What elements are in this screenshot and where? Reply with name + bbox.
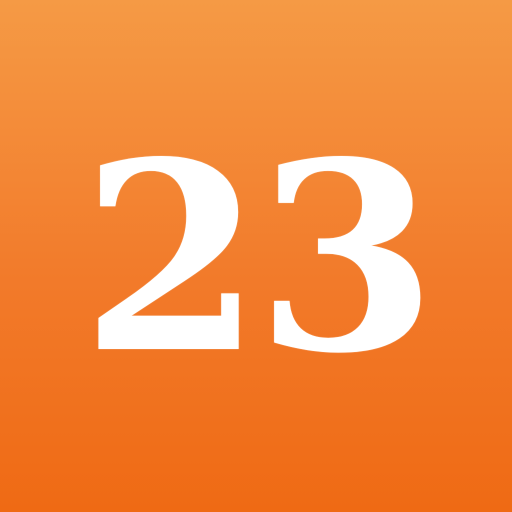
app-icon-number: 23 — [81, 106, 437, 411]
app-icon[interactable]: 23 — [0, 0, 512, 512]
